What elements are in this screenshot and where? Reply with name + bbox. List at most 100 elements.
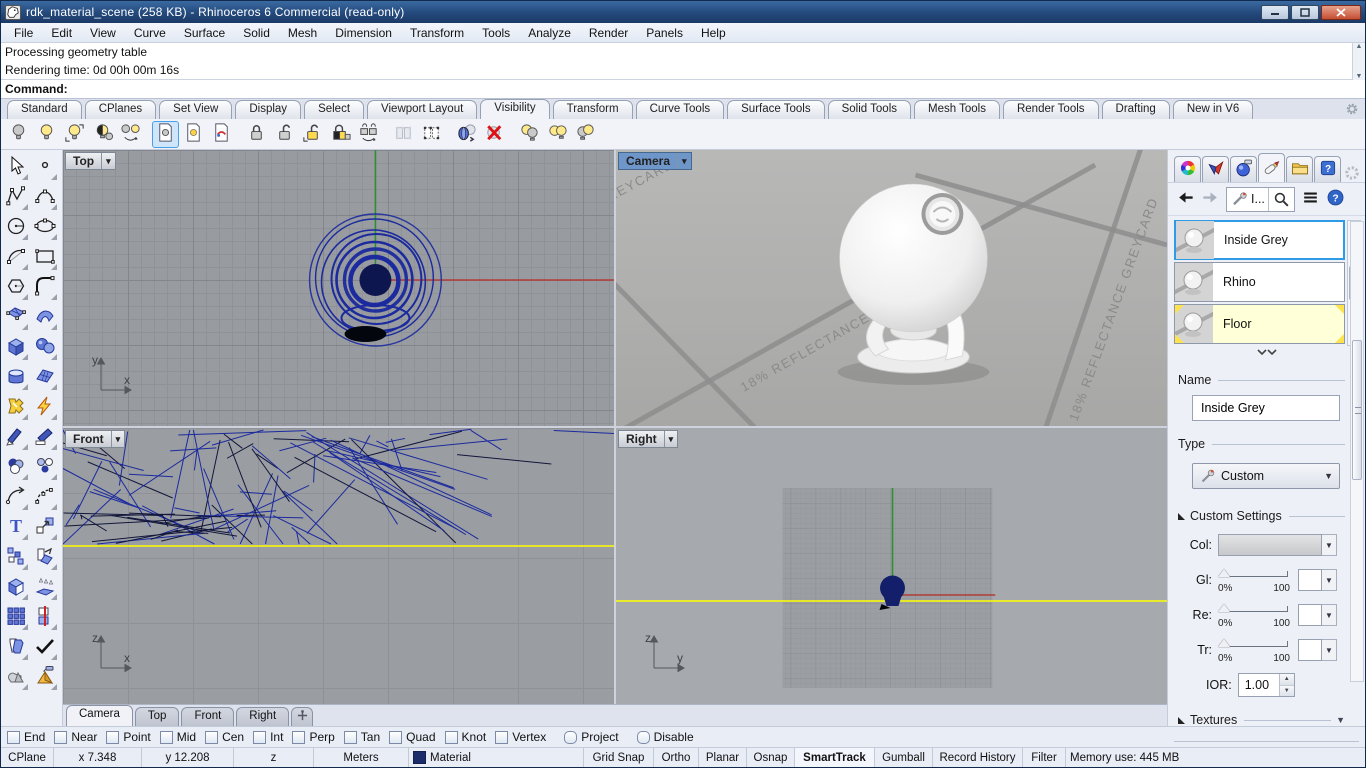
osnap-checkbox[interactable]: Tan — [344, 730, 380, 744]
toolbar-tab[interactable]: Solid Tools — [828, 100, 911, 119]
one-layer-on-icon[interactable] — [572, 121, 599, 148]
menu-item[interactable]: Render — [580, 24, 637, 42]
adjust-curve-tool[interactable] — [2, 483, 30, 512]
match-tool[interactable] — [31, 453, 59, 482]
top-viewport-menu[interactable]: Top▾ — [65, 152, 116, 170]
front-viewport[interactable]: Front▾ z x — [63, 428, 614, 704]
menu-item[interactable]: Dimension — [326, 24, 401, 42]
chevron-down-icon[interactable]: ▼ — [1322, 604, 1337, 626]
viewport-tab[interactable]: Right — [236, 707, 289, 726]
chevron-down-icon[interactable]: ▾ — [664, 431, 678, 447]
percent-slider[interactable]: 0% 100 — [1218, 568, 1290, 592]
command-prompt[interactable]: Command: — [1, 80, 1365, 98]
blend-tool[interactable] — [2, 453, 30, 482]
checkbox-icon[interactable] — [495, 731, 508, 744]
status-cell[interactable]: SmartTrack — [795, 748, 875, 767]
rebuild-curve-tool[interactable] — [31, 483, 59, 512]
chevron-down-icon[interactable]: ▾ — [111, 431, 125, 447]
status-cell[interactable]: Memory use: 445 MB — [1066, 748, 1216, 767]
forward-button[interactable] — [1201, 188, 1220, 210]
toolbar-tab[interactable]: Drafting — [1102, 100, 1170, 119]
osnap-checkbox[interactable]: Int — [253, 730, 283, 744]
status-cell[interactable]: Record History — [933, 748, 1023, 767]
back-button[interactable] — [1176, 188, 1195, 210]
checkbox-icon[interactable] — [344, 731, 357, 744]
spin-down-icon[interactable]: ▼ — [1280, 685, 1294, 697]
render-pyramid-tool[interactable] — [31, 663, 59, 692]
osnap-checkbox[interactable]: End — [7, 730, 45, 744]
extrude-tool[interactable] — [31, 573, 59, 602]
unlock-objects-icon[interactable] — [271, 121, 298, 148]
toolbar-tab[interactable]: Mesh Tools — [914, 100, 1000, 119]
osnap-checkbox[interactable]: Perp — [292, 730, 334, 744]
fillet-corner-tool[interactable] — [31, 273, 59, 302]
chevron-down-icon[interactable]: ▼ — [1322, 639, 1337, 661]
viewport-tab[interactable]: Front — [181, 707, 234, 726]
checkbox-icon[interactable] — [205, 731, 218, 744]
paste-tool[interactable] — [31, 543, 59, 572]
checkbox-icon[interactable] — [160, 731, 173, 744]
unhide-all-icon[interactable] — [481, 121, 508, 148]
menu-item[interactable]: Edit — [42, 24, 81, 42]
checkbox-icon[interactable] — [564, 731, 577, 744]
swap-detail-icon[interactable] — [208, 121, 235, 148]
text-tool[interactable]: T — [2, 513, 30, 542]
checkbox-icon[interactable] — [7, 731, 20, 744]
swap-locked-icon[interactable] — [355, 121, 382, 148]
texture-swatch[interactable] — [1298, 569, 1322, 591]
explode-bolt-tool[interactable] — [31, 393, 59, 422]
toolbar-tab[interactable]: Surface Tools — [727, 100, 824, 119]
color-swatch[interactable] — [1218, 534, 1322, 556]
menu-item[interactable]: File — [5, 24, 42, 42]
slider-thumb[interactable] — [1218, 569, 1230, 577]
toolbar-tab[interactable]: New in V6 — [1173, 100, 1253, 119]
show-in-detail-icon[interactable] — [180, 121, 207, 148]
menu-item[interactable]: Surface — [175, 24, 234, 42]
chevron-down-icon[interactable]: ▼ — [1336, 715, 1345, 725]
status-cell[interactable]: y 12.208 — [142, 748, 234, 767]
toolbar-tab[interactable]: Display — [235, 100, 301, 119]
arc-tool[interactable] — [2, 243, 30, 272]
check-tool[interactable] — [31, 633, 59, 662]
scale-tool[interactable] — [31, 513, 59, 542]
camera-viewport-menu[interactable]: Camera▾ — [618, 152, 692, 170]
slider-thumb[interactable] — [1218, 639, 1230, 647]
scroll-down-icon[interactable]: ▼ — [1356, 73, 1363, 80]
custom-settings-header[interactable]: Custom Settings — [1178, 509, 1345, 523]
menu-item[interactable]: Panels — [637, 24, 692, 42]
viewport-tab[interactable]: Camera — [66, 705, 133, 726]
percent-slider[interactable]: 0% 100 — [1218, 638, 1290, 662]
split-red-tool[interactable] — [31, 603, 59, 632]
rectangle-tool[interactable] — [31, 243, 59, 272]
chevron-down-icon[interactable]: ▾ — [677, 153, 691, 169]
checkbox-icon[interactable] — [253, 731, 266, 744]
checkbox-icon[interactable] — [637, 731, 650, 744]
show-layer-bulbs-icon[interactable] — [516, 121, 543, 148]
materials-panel-tab[interactable] — [1258, 153, 1285, 182]
box-tool[interactable] — [2, 333, 30, 362]
select-tool[interactable] — [2, 153, 30, 182]
help-panel-tab[interactable]: ? — [1314, 156, 1341, 182]
status-cell[interactable]: x 7.348 — [54, 748, 142, 767]
surface-points-tool[interactable] — [2, 303, 30, 332]
minimize-button[interactable] — [1261, 5, 1289, 20]
copy-tool[interactable] — [2, 543, 30, 572]
status-cell[interactable]: Planar — [699, 748, 747, 767]
osnap-checkbox[interactable]: Project — [564, 730, 618, 744]
toolbar-tab[interactable]: Set View — [159, 100, 232, 119]
polygon-tool[interactable] — [2, 273, 30, 302]
status-cell[interactable]: CPlane — [1, 748, 54, 767]
toolbar-gear-icon[interactable] — [1345, 102, 1359, 116]
texture-swatch[interactable] — [1298, 604, 1322, 626]
osnap-checkbox[interactable]: Quad — [389, 730, 435, 744]
osnap-checkbox[interactable]: Cen — [205, 730, 244, 744]
flip-layers-tool[interactable] — [2, 633, 30, 662]
right-viewport[interactable]: Right▾ z y — [616, 428, 1167, 704]
status-cell[interactable]: z — [234, 748, 314, 767]
mesh-surface-tool[interactable] — [31, 363, 59, 392]
toolbar-tab[interactable]: Curve Tools — [636, 100, 725, 119]
osnap-checkbox[interactable]: Near — [54, 730, 97, 744]
panel-gear-icon[interactable] — [1343, 164, 1361, 182]
circle-tool[interactable] — [2, 213, 30, 242]
material-filter-input[interactable]: I... — [1227, 188, 1268, 211]
